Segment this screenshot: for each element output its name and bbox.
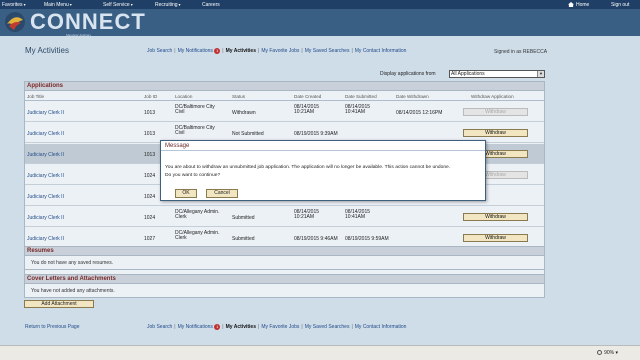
dialog-message-line-1: You are about to withdraw an unsubmitted… (165, 165, 451, 170)
cancel-button[interactable]: Cancel (206, 189, 238, 198)
ok-button[interactable]: OK (175, 189, 197, 198)
zoom-level: 90% (604, 350, 615, 356)
withdraw-confirm-dialog: Message You are about to withdraw an uns… (160, 140, 486, 201)
dialog-title: Message (161, 141, 485, 151)
dialog-message-line-2: Do you want to continue? (165, 173, 221, 178)
zoom-icon (597, 350, 603, 355)
modal-overlay: Message You are about to withdraw an uns… (0, 0, 640, 345)
browser-status-bar: 90% ▾ (0, 345, 640, 360)
zoom-control[interactable]: 90% ▾ (597, 350, 618, 356)
dialog-message: You are about to withdraw an unsubmitted… (165, 164, 483, 180)
